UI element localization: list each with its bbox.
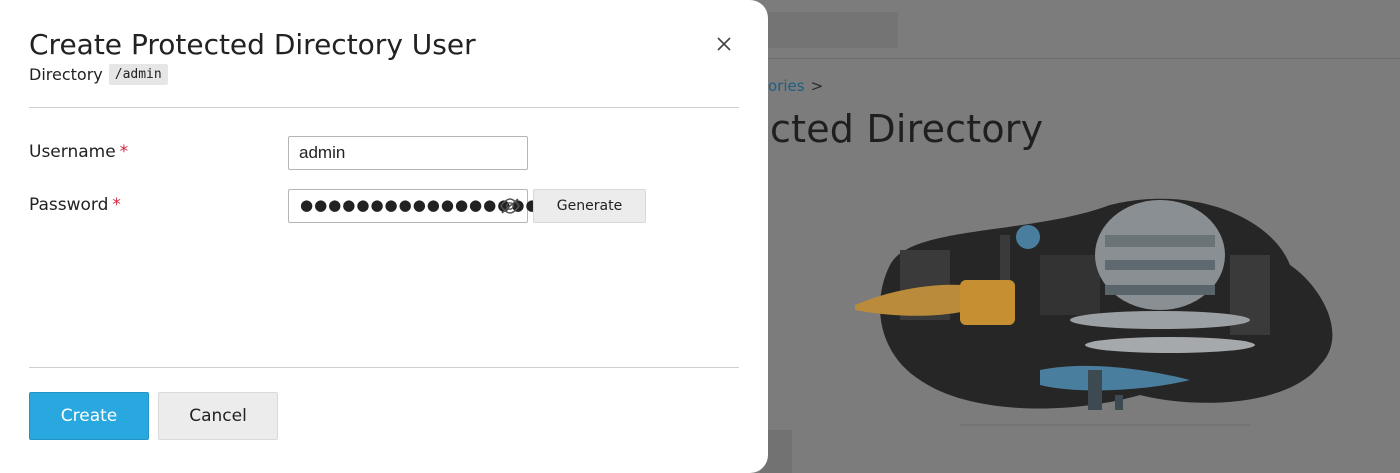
breadcrumb-separator: > (810, 77, 824, 95)
username-input[interactable]: admin (288, 136, 528, 170)
required-mark: * (112, 195, 121, 215)
footer-divider (29, 367, 739, 368)
background-breadcrumb: ories > (768, 77, 823, 95)
eye-slash-icon[interactable] (499, 197, 521, 215)
username-label-text: Username (29, 142, 116, 162)
background-search-field (760, 12, 898, 48)
dialog-title: Create Protected Directory User (29, 28, 476, 61)
password-label-text: Password (29, 195, 109, 215)
required-mark: * (119, 142, 129, 162)
directory-path-badge: /admin (108, 64, 168, 85)
password-input[interactable]: ●●●●●●●●●●●●●●●●●●●● (288, 189, 581, 223)
close-icon (717, 37, 731, 51)
username-label: Username * (29, 142, 128, 162)
header-divider (29, 107, 739, 108)
page: ories > cted Directory Create Protected … (0, 0, 1400, 473)
create-button[interactable]: Create (29, 392, 149, 440)
background-divider (760, 58, 1400, 59)
generate-password-button[interactable]: Generate (533, 189, 646, 223)
background-page-title: cted Directory (770, 107, 1044, 151)
breadcrumb-link: ories (768, 77, 805, 95)
directory-label: Directory (29, 65, 103, 84)
dialog-subtitle: Directory /admin (29, 64, 168, 85)
password-label: Password * (29, 195, 121, 215)
create-user-dialog: Create Protected Directory User Director… (0, 0, 768, 473)
space-city-illustration (855, 198, 1333, 426)
cancel-button[interactable]: Cancel (158, 392, 278, 440)
close-button[interactable] (712, 32, 736, 56)
